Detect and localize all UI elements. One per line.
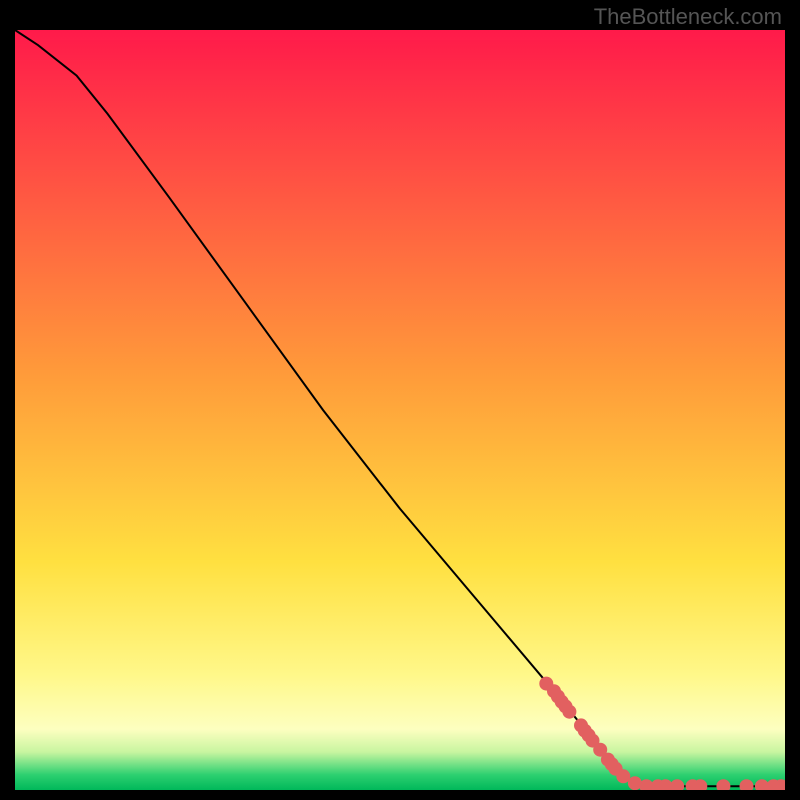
chart-plot-area <box>15 30 785 790</box>
data-marker <box>562 705 576 719</box>
watermark-text: TheBottleneck.com <box>594 4 782 30</box>
chart-svg <box>15 30 785 790</box>
